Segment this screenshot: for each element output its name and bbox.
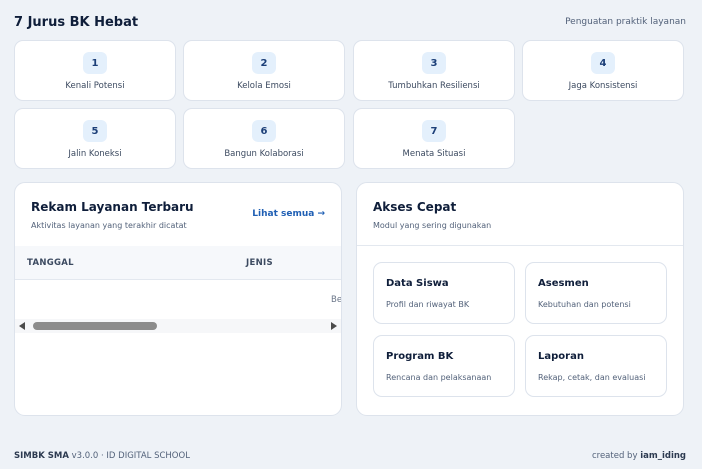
step-number: 3	[422, 52, 446, 74]
module-data-siswa[interactable]: Data Siswa Profil dan riwayat BK	[373, 262, 515, 324]
card-title: Akses Cepat	[373, 200, 457, 214]
footer-author: iam_iding	[640, 451, 686, 461]
card-subtitle: Modul yang sering digunakan	[373, 221, 492, 230]
module-title: Program BK	[386, 351, 454, 362]
step-label: Menata Situasi	[402, 149, 466, 159]
step-number: 5	[83, 120, 107, 142]
module-subtitle: Rekap, cetak, dan evaluasi	[538, 373, 646, 382]
step-label: Jalin Koneksi	[68, 149, 122, 159]
step-label: Kenali Potensi	[65, 81, 125, 91]
step-card-5: 5 Jalin Koneksi	[14, 108, 176, 169]
step-number: 7	[422, 120, 446, 142]
page-header: 7 Jurus BK Hebat Penguatan praktik layan…	[14, 12, 686, 32]
horizontal-scrollbar[interactable]	[15, 319, 341, 333]
module-subtitle: Profil dan riwayat BK	[386, 300, 470, 309]
scrollbar-thumb[interactable]	[33, 322, 157, 330]
module-laporan[interactable]: Laporan Rekap, cetak, dan evaluasi	[525, 335, 667, 397]
module-subtitle: Kebutuhan dan potensi	[538, 300, 631, 309]
footer-app-name: SIMBK SMA	[14, 451, 69, 461]
card-title: Rekam Layanan Terbaru	[31, 200, 194, 214]
step-card-2: 2 Kelola Emosi	[183, 40, 345, 101]
recent-records-card: Rekam Layanan Terbaru Aktivitas layanan …	[14, 182, 342, 416]
column-header-type: JENIS	[246, 258, 273, 268]
page-title: 7 Jurus BK Hebat	[14, 14, 139, 30]
footer-created-by: created by	[591, 451, 638, 461]
scroll-right-arrow-icon[interactable]	[331, 322, 337, 330]
card-divider	[357, 245, 683, 246]
step-card-6: 6 Bangun Kolaborasi	[183, 108, 345, 169]
module-title: Asesmen	[538, 278, 589, 289]
module-title: Data Siswa	[386, 278, 449, 289]
step-label: Bangun Kolaborasi	[224, 149, 304, 159]
module-asesmen[interactable]: Asesmen Kebutuhan dan potensi	[525, 262, 667, 324]
page-subtitle: Penguatan praktik layanan	[565, 17, 686, 27]
step-number: 6	[252, 120, 276, 142]
step-number: 2	[252, 52, 276, 74]
quick-access-card: Akses Cepat Modul yang sering digunakan …	[356, 182, 684, 416]
step-card-7: 7 Menata Situasi	[353, 108, 515, 169]
module-subtitle: Rencana dan pelaksanaan	[386, 373, 492, 382]
empty-state-text: Be	[331, 295, 342, 305]
footer-credit: created by iam_iding	[592, 451, 686, 461]
step-card-4: 4 Jaga Konsistensi	[522, 40, 684, 101]
step-label: Jaga Konsistensi	[568, 81, 638, 91]
page-footer: SIMBK SMA v3.0.0 · ID DIGITAL SCHOOL cre…	[14, 449, 686, 463]
scroll-left-arrow-icon[interactable]	[19, 322, 25, 330]
see-all-link[interactable]: Lihat semua →	[252, 209, 325, 219]
step-label: Kelola Emosi	[237, 81, 291, 91]
step-label: Tumbuhkan Resiliensi	[388, 81, 480, 91]
step-card-3: 3 Tumbuhkan Resiliensi	[353, 40, 515, 101]
footer-app-info: SIMBK SMA v3.0.0 · ID DIGITAL SCHOOL	[14, 451, 190, 461]
step-number: 4	[591, 52, 615, 74]
module-title: Laporan	[538, 351, 584, 362]
footer-version: v3.0.0 · ID DIGITAL SCHOOL	[71, 451, 190, 461]
module-program-bk[interactable]: Program BK Rencana dan pelaksanaan	[373, 335, 515, 397]
step-number: 1	[83, 52, 107, 74]
column-header-date: TANGGAL	[27, 258, 74, 268]
step-card-1: 1 Kenali Potensi	[14, 40, 176, 101]
table-header: TANGGAL JENIS	[15, 246, 341, 280]
card-subtitle: Aktivitas layanan yang terakhir dicatat	[31, 221, 187, 230]
